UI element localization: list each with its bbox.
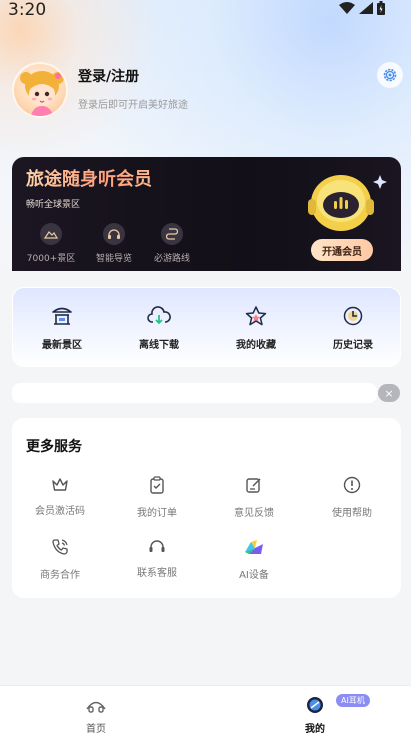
member-feature-label: 智能导览	[95, 254, 132, 264]
tab-label: 首页	[86, 724, 106, 734]
service-ai-device[interactable]: AI设备	[219, 538, 289, 581]
cloud-download-icon	[147, 306, 171, 325]
home-icon	[86, 701, 106, 713]
member-feature-scenic: 7000+景区	[23, 223, 79, 264]
settings-button[interactable]	[377, 62, 403, 88]
member-card[interactable]: 旅途随身听会员 畅听全球景区 7000+景区 智能导览 必游路线 开通会员	[12, 157, 401, 271]
status-time: 3:20	[8, 0, 47, 20]
quick-actions-card: 最新景区 离线下载 我的收藏 历史记录	[12, 287, 401, 367]
robot-mascot-icon	[308, 175, 387, 231]
quick-action-label: 我的收藏	[236, 340, 276, 351]
info-icon	[343, 476, 361, 494]
service-label: 意见反馈	[234, 508, 274, 519]
gear-icon	[383, 68, 397, 82]
quick-action-label: 历史记录	[333, 340, 373, 351]
member-card-subtitle: 畅听全球景区	[26, 200, 81, 210]
more-services-title: 更多服务	[26, 439, 82, 455]
service-my-orders[interactable]: 我的订单	[122, 476, 192, 519]
quick-action-offline-download[interactable]: 离线下载	[119, 306, 199, 351]
service-label: 商务合作	[40, 570, 80, 581]
member-card-title: 旅途随身听会员	[26, 165, 152, 191]
clipboard-icon	[150, 476, 164, 494]
member-feature-label: 必游路线	[153, 254, 190, 264]
status-icons	[339, 1, 385, 15]
quick-action-label: 最新景区	[42, 340, 82, 351]
member-feature-route: 必游路线	[144, 223, 200, 264]
login-subtitle: 登录后即可开启美好旅途	[78, 100, 188, 111]
mountain-icon	[40, 223, 62, 245]
service-feedback[interactable]: 意见反馈	[219, 476, 289, 519]
service-business[interactable]: 商务合作	[25, 538, 95, 581]
service-label: 联系客服	[137, 568, 177, 579]
me-icon	[307, 697, 323, 713]
member-feature-label: 7000+景区	[26, 254, 76, 264]
pavilion-icon	[52, 307, 72, 325]
more-services-card: 更多服务 会员激活码 我的订单 意见反馈 使用帮助 商务合作 联系客服 AI设备	[12, 418, 401, 598]
quick-action-label: 离线下载	[139, 340, 179, 351]
ai-earphone-badge: AI耳机	[336, 694, 370, 707]
quick-action-history[interactable]: 历史记录	[313, 306, 393, 351]
avatar[interactable]	[12, 62, 68, 118]
banner-placeholder[interactable]	[12, 383, 377, 403]
open-membership-button[interactable]: 开通会员	[311, 239, 373, 261]
service-label: 我的订单	[137, 508, 177, 519]
edit-icon	[246, 478, 261, 493]
member-feature-guide: 智能导览	[86, 223, 142, 264]
quick-action-favorites[interactable]: 我的收藏	[216, 306, 296, 351]
headphone-icon	[103, 223, 125, 245]
quick-action-latest-scenic[interactable]: 最新景区	[22, 306, 102, 351]
bottom-tab-bar: 首页 我的	[0, 685, 411, 734]
banner-close-button[interactable]: ×	[378, 384, 400, 402]
service-customer-support[interactable]: 联系客服	[122, 538, 192, 579]
ai-device-icon	[245, 540, 263, 554]
tab-home[interactable]: 首页	[66, 696, 126, 734]
service-label: 会员激活码	[35, 506, 85, 517]
signal-icon	[359, 2, 373, 14]
clock-icon	[343, 306, 363, 326]
crown-icon	[52, 478, 68, 491]
battery-icon	[377, 1, 385, 15]
login-register-title[interactable]: 登录/注册	[78, 66, 139, 86]
service-membership-code[interactable]: 会员激活码	[25, 476, 95, 517]
service-label: 使用帮助	[332, 508, 372, 519]
tab-label: 我的	[305, 724, 325, 734]
service-label: AI设备	[239, 570, 269, 581]
wifi-icon	[339, 2, 355, 14]
status-bar: 3:20	[0, 0, 411, 22]
headset-icon	[149, 540, 165, 552]
star-icon	[245, 306, 267, 326]
phone-icon	[52, 539, 68, 555]
route-icon	[161, 223, 183, 245]
service-help[interactable]: 使用帮助	[317, 476, 387, 519]
